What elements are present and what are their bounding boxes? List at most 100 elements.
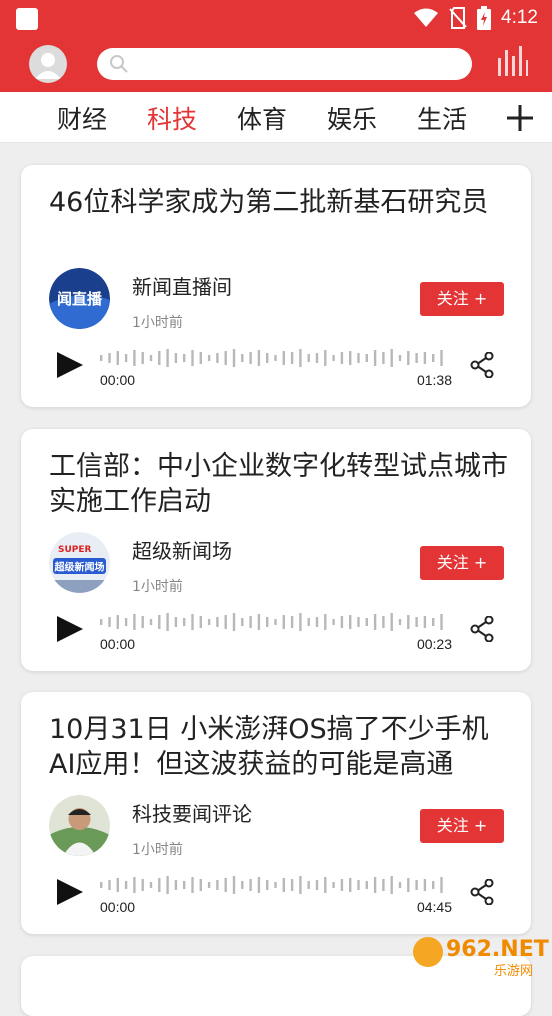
- news-title[interactable]: 10月31日 小米澎湃OS搞了不少手机AI应用！但这波获益的可能是高通: [49, 712, 509, 782]
- waveform-bar: [133, 877, 136, 893]
- waveform-bar: [282, 351, 285, 365]
- waveform-bar: [398, 355, 402, 361]
- waveform-bar: [349, 351, 352, 365]
- tab-entertainment[interactable]: 娱乐: [327, 100, 377, 136]
- waveform-bar: [373, 614, 377, 630]
- waveform-bar: [415, 353, 418, 363]
- channel-name[interactable]: 超级新闻场: [132, 535, 232, 564]
- waveform-bar: [315, 880, 319, 890]
- waveform-bar: [191, 350, 194, 366]
- channel-logo-text: 闻直播: [57, 290, 103, 308]
- tab-tech[interactable]: 科技: [147, 100, 197, 136]
- play-icon[interactable]: [57, 352, 83, 378]
- waveform-bar: [149, 355, 153, 361]
- waveform-bar: [307, 881, 310, 889]
- waveform-bar: [332, 355, 335, 361]
- site-watermark-logo: 962.NET 乐游网: [413, 937, 549, 979]
- waveform-bar: [249, 352, 252, 364]
- waveform-bar: [158, 615, 161, 629]
- audio-waveform[interactable]: [100, 875, 450, 895]
- waveform-bar: [174, 353, 178, 363]
- tab-life[interactable]: 生活: [417, 100, 467, 136]
- waveform-bar: [266, 617, 269, 627]
- audio-waveform[interactable]: [100, 348, 450, 368]
- notification-icon: [16, 8, 38, 30]
- waveform-bar: [282, 615, 285, 629]
- channel-logo-text: 超级新闻场: [54, 561, 105, 574]
- waveform-bar: [415, 617, 418, 627]
- channel-avatar[interactable]: 闻直播: [49, 268, 110, 329]
- duration: 01:38: [416, 372, 452, 388]
- waveform-bar: [282, 878, 285, 892]
- category-tabs: 财经 科技 体育 娱乐 生活: [0, 92, 552, 143]
- news-title[interactable]: 工信部：中小企业数字化转型试点城市实施工作启动: [49, 449, 509, 519]
- publish-time: 1小时前: [132, 579, 183, 595]
- news-title[interactable]: 46位科学家成为第二批新基石研究员: [49, 185, 509, 220]
- waveform-bar: [299, 613, 302, 631]
- add-tab-icon[interactable]: [506, 104, 534, 132]
- share-icon[interactable]: [470, 616, 494, 642]
- waveform-bar: [116, 351, 119, 365]
- waveform-bar: [432, 354, 435, 362]
- channel-avatar[interactable]: [49, 795, 110, 856]
- waveform-bar: [365, 618, 368, 626]
- waveform-bar: [166, 613, 169, 631]
- waveform-bar: [133, 350, 136, 366]
- follow-button[interactable]: 关注 +: [420, 809, 504, 843]
- waveform-bar: [133, 614, 136, 630]
- waveform-bar: [216, 617, 219, 627]
- waveform-bar: [100, 619, 103, 625]
- waveform-bar: [191, 614, 194, 630]
- waveform-bar: [257, 877, 261, 893]
- waveform-bar: [290, 616, 294, 628]
- waveform-bar: [382, 616, 385, 628]
- waveform-bar: [266, 880, 269, 890]
- waveform-bar: [124, 881, 128, 889]
- waveform-bar: [423, 616, 427, 628]
- search-icon: [110, 55, 128, 73]
- publish-time: 1小时前: [132, 842, 183, 858]
- play-icon[interactable]: [57, 879, 83, 905]
- waveform-bar: [266, 353, 269, 363]
- channel-name[interactable]: 新闻直播间: [132, 271, 232, 300]
- waveform-bar: [274, 619, 277, 625]
- audio-stats-icon[interactable]: [496, 46, 528, 76]
- waveform-bar: [241, 354, 244, 362]
- user-avatar[interactable]: [29, 45, 67, 83]
- news-card[interactable]: 46位科学家成为第二批新基石研究员 闻直播 新闻直播间 1小时前 关注 + 00…: [21, 165, 531, 407]
- publish-time: 1小时前: [132, 315, 183, 331]
- channel-avatar[interactable]: SUPER 超级新闻场: [49, 532, 110, 593]
- waveform-bar: [249, 879, 252, 891]
- share-icon[interactable]: [470, 352, 494, 378]
- waveform-bar: [207, 355, 211, 361]
- channel-name[interactable]: 科技要闻评论: [132, 798, 252, 827]
- follow-button[interactable]: 关注 +: [420, 282, 504, 316]
- waveform-bar: [373, 877, 377, 893]
- waveform-bar: [224, 351, 227, 365]
- waveform-bar: [324, 614, 327, 630]
- waveform-bar: [307, 618, 310, 626]
- audio-waveform[interactable]: [100, 612, 450, 632]
- waveform-bar: [207, 619, 211, 625]
- waveform-bar: [324, 877, 327, 893]
- waveform-bar: [423, 879, 427, 891]
- waveform-bar: [141, 616, 144, 628]
- waveform-bar: [332, 619, 335, 625]
- waveform-bar: [357, 617, 360, 627]
- waveform-bar: [357, 353, 360, 363]
- watermark-brand: 962.NET: [446, 937, 549, 962]
- waveform-bar: [349, 878, 352, 892]
- waveform-bar: [141, 879, 144, 891]
- waveform-bar: [415, 880, 418, 890]
- waveform-bar: [108, 880, 111, 890]
- tab-sports[interactable]: 体育: [237, 100, 287, 136]
- tab-finance[interactable]: 财经: [57, 100, 107, 136]
- waveform-bar: [382, 879, 385, 891]
- news-card[interactable]: 工信部：中小企业数字化转型试点城市实施工作启动 SUPER 超级新闻场 超级新闻…: [21, 429, 531, 671]
- news-card[interactable]: 10月31日 小米澎湃OS搞了不少手机AI应用！但这波获益的可能是高通 科技要闻…: [21, 692, 531, 934]
- follow-button[interactable]: 关注 +: [420, 546, 504, 580]
- share-icon[interactable]: [470, 879, 494, 905]
- waveform-bar: [315, 617, 319, 627]
- play-icon[interactable]: [57, 616, 83, 642]
- search-input[interactable]: [97, 48, 472, 80]
